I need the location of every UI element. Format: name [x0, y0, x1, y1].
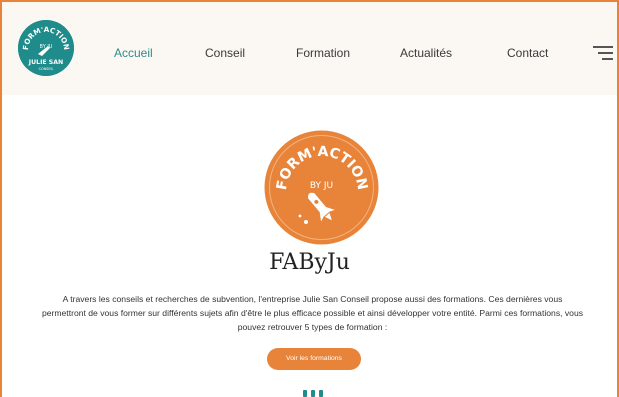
- nav-item-actualites[interactable]: Actualités: [400, 46, 452, 60]
- nav-item-accueil[interactable]: Accueil: [114, 46, 153, 60]
- logo-tagline-text: CONSEIL: [39, 67, 54, 71]
- hamburger-menu-icon[interactable]: [593, 46, 613, 60]
- site-header: FORM'ACTION BY JU JULIE SAN CONSEIL Accu…: [2, 2, 617, 95]
- view-trainings-button[interactable]: Voir les formations: [267, 348, 361, 370]
- nav-item-conseil[interactable]: Conseil: [205, 46, 245, 60]
- section-divider-icon: [303, 390, 325, 397]
- intro-paragraph: A travers les conseils et recherches de …: [41, 294, 584, 332]
- rocket-badge-icon: FORM'ACTION BY JU: [264, 130, 379, 245]
- brand-logo[interactable]: FORM'ACTION BY JU JULIE SAN CONSEIL: [18, 20, 74, 76]
- logo-name-text: JULIE SAN: [28, 59, 63, 66]
- nav-item-contact[interactable]: Contact: [507, 46, 548, 60]
- hero-logo: FORM'ACTION BY JU: [264, 130, 379, 245]
- rocket-logo-icon: FORM'ACTION BY JU JULIE SAN CONSEIL: [18, 20, 74, 76]
- nav-item-formation[interactable]: Formation: [296, 46, 350, 60]
- hero-logo-sub-text: BY JU: [310, 181, 333, 191]
- page-title: FAByJu: [269, 250, 350, 275]
